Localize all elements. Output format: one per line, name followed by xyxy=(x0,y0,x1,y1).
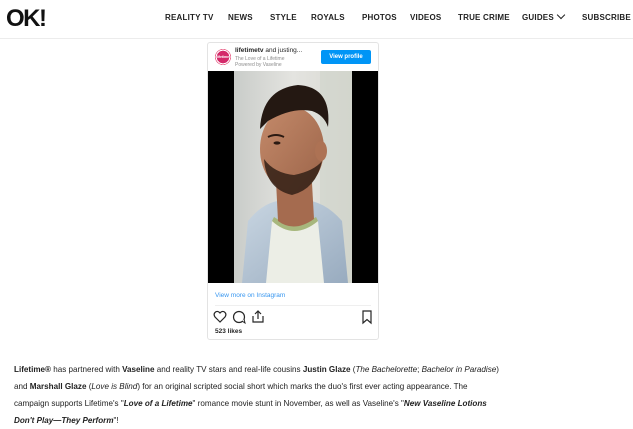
video-player[interactable] xyxy=(208,71,378,283)
nav-style[interactable]: STYLE xyxy=(270,13,297,22)
campaign-title: Don't Play—They Perform xyxy=(14,416,114,425)
post-actions xyxy=(213,309,373,325)
text: ) for an original scripted social short … xyxy=(137,382,468,391)
nav-photos[interactable]: PHOTOS xyxy=(362,13,397,22)
campaign-title: Love of a Lifetime xyxy=(123,399,193,408)
username[interactable]: lifetimetv xyxy=(235,47,264,54)
nav-true-crime[interactable]: TRUE CRIME xyxy=(458,13,510,22)
nav-subscribe[interactable]: SUBSCRIBE xyxy=(582,13,631,22)
show-title: The Bachelorette xyxy=(355,365,418,374)
heart-icon[interactable] xyxy=(213,310,227,323)
site-logo[interactable]: OK! xyxy=(6,6,47,32)
site-header: OK! REALITY TV NEWS STYLE ROYALS PHOTOS … xyxy=(0,0,633,39)
text: " romance movie stunt in November, as we… xyxy=(192,399,404,408)
show-title: Love is Blind xyxy=(91,382,138,391)
person-marshall-glaze: Marshall Glaze xyxy=(29,382,87,391)
nav-videos[interactable]: VIDEOS xyxy=(410,13,441,22)
text: and xyxy=(14,382,30,391)
bookmark-icon[interactable] xyxy=(362,310,372,325)
show-title: Bachelor in Paradise xyxy=(421,365,497,374)
article-paragraph: Lifetime® has partnered with Vaseline an… xyxy=(14,361,614,429)
nav-guides-label: GUIDES xyxy=(522,13,554,22)
nav-royals[interactable]: ROYALS xyxy=(311,13,345,22)
person-justin-glaze: Justin Glaze xyxy=(302,365,351,374)
video-frame xyxy=(234,71,352,283)
text: ) xyxy=(496,365,499,374)
action-icons xyxy=(213,310,372,325)
comment-icon[interactable] xyxy=(232,310,246,325)
username-suffix: and justing... xyxy=(265,47,303,54)
instagram-username[interactable]: lifetimetv and justing... xyxy=(235,47,302,54)
likes-count: 523 likes xyxy=(215,328,243,335)
view-more-link[interactable]: View more on Instagram xyxy=(215,292,285,299)
nav-reality-tv[interactable]: REALITY TV xyxy=(165,13,214,22)
instagram-embed: lifetime lifetimetv and justing... The L… xyxy=(207,42,379,340)
text: and reality TV stars and real-life cousi… xyxy=(154,365,303,374)
brand-lifetime: Lifetime® xyxy=(14,365,51,374)
subtitle-line-2: Powered by Vaseline xyxy=(235,62,282,68)
brand-vaseline: Vaseline xyxy=(122,365,155,374)
chevron-down-icon xyxy=(556,10,566,20)
divider xyxy=(215,305,371,306)
nav-news[interactable]: NEWS xyxy=(228,13,253,22)
nav-guides[interactable]: GUIDES xyxy=(522,10,566,22)
share-icon[interactable] xyxy=(252,310,264,323)
instagram-embed-header: lifetime lifetimetv and justing... The L… xyxy=(208,43,378,71)
instagram-subtitle: The Love of a Lifetime Powered by Vaseli… xyxy=(235,56,284,68)
campaign-title: New Vaseline Lotions xyxy=(403,399,487,408)
article-body: Lifetime® has partnered with Vaseline an… xyxy=(14,361,614,429)
text: "! xyxy=(113,416,119,425)
text: campaign supports Lifetime's " xyxy=(14,399,124,408)
avatar[interactable]: lifetime xyxy=(215,49,231,65)
view-profile-button[interactable]: View profile xyxy=(321,50,371,64)
text: has partnered with xyxy=(51,365,123,374)
